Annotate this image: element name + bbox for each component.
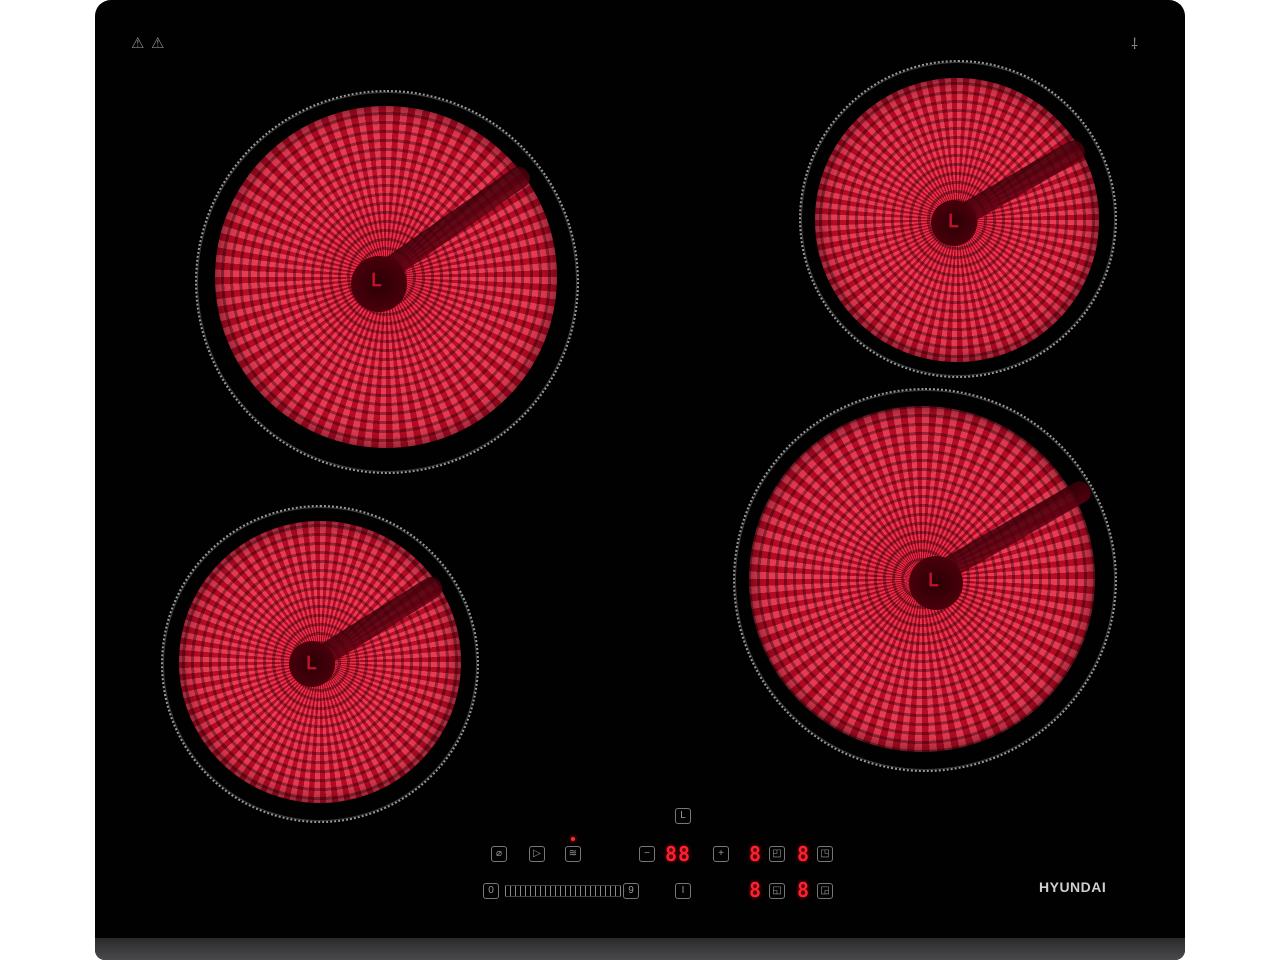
pause-button[interactable]: ▷ — [529, 846, 545, 862]
zone-front-left-icon: ◱ — [772, 885, 782, 896]
brand-logo: HYUNDAI — [1039, 879, 1107, 895]
zone-front-left-display: 8 — [749, 878, 763, 902]
coil-hub-mark: ᒪ — [371, 270, 382, 290]
zone-front-right-display: 8 — [797, 878, 811, 902]
hot-surface-warning-icon: ⚠ — [131, 35, 145, 52]
cooking-zone-front-left[interactable]: ᒪ — [161, 505, 481, 825]
coil-hub-mark: ᒪ — [306, 653, 317, 673]
caution-warning-icon: ⚠ — [151, 35, 165, 52]
coil-hub-mark: ᒪ — [948, 211, 959, 231]
lock-button[interactable]: ⌀ — [491, 846, 507, 862]
plus-button[interactable]: + — [713, 846, 729, 862]
zone-rear-right-icon: ◳ — [820, 848, 830, 859]
zone-rear-right-display: 8 — [797, 842, 811, 866]
timer-button[interactable]: L — [675, 808, 691, 824]
keep-warm-button[interactable]: ≋ — [565, 846, 581, 862]
minus-button[interactable]: − — [639, 846, 655, 862]
keep-warm-led — [571, 837, 575, 841]
zone-front-right-select-button[interactable]: ◲ — [817, 883, 833, 899]
timer-display: 88 — [665, 842, 692, 866]
cooking-zone-rear-right[interactable]: ᒪ — [799, 60, 1119, 380]
power-slider[interactable] — [505, 885, 621, 897]
power-button[interactable]: I — [675, 883, 691, 899]
slider-min-button[interactable]: 0 — [483, 883, 499, 899]
cooking-zone-front-right[interactable]: ᒪ — [733, 388, 1117, 772]
slider-max-button[interactable]: 9 — [623, 883, 639, 899]
cooktop-glass-panel: ⚠ ⚠ ⸸ ᒪ ᒪ ᒪ ᒪ L ⌀ ▷ ≋ − 88 + 8 ◰ 8 ◳ 0 9… — [95, 0, 1185, 960]
zone-rear-left-icon: ◰ — [772, 848, 782, 859]
zone-rear-left-select-button[interactable]: ◰ — [769, 846, 785, 862]
zone-rear-left-display: 8 — [749, 842, 763, 866]
coil-hub-mark: ᒪ — [928, 570, 939, 590]
zone-front-left-select-button[interactable]: ◱ — [769, 883, 785, 899]
cooking-zone-rear-left[interactable]: ᒪ — [195, 90, 579, 474]
brand-mark-icon: ⸸ — [1131, 36, 1139, 53]
zone-front-right-icon: ◲ — [820, 885, 830, 896]
panel-bottom-edge — [95, 938, 1185, 960]
zone-rear-right-select-button[interactable]: ◳ — [817, 846, 833, 862]
